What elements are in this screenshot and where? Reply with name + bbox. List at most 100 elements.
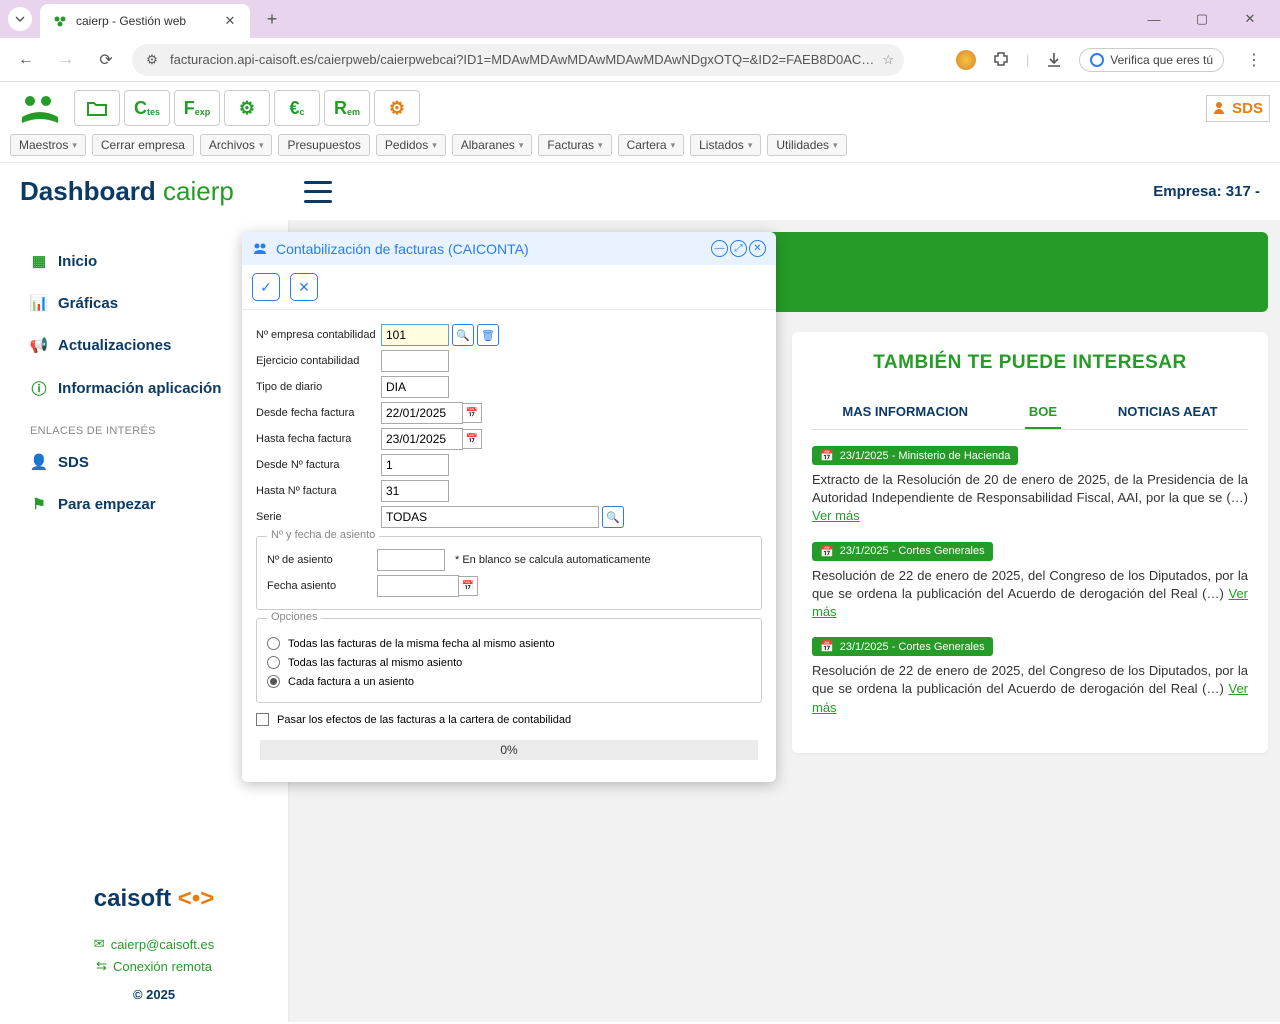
chevron-down-icon: ▾ [519,140,524,151]
dialog-action-bar: ✓ ✕ [242,265,776,310]
bookmark-icon[interactable]: ☆ [882,52,894,68]
tab-noticias-aeat[interactable]: NOTICIAS AEAT [1114,396,1222,429]
toolbar-ctes-button[interactable]: Ctes [124,90,170,126]
dialog-close-button[interactable]: ✕ [749,240,766,257]
tab-close-button[interactable]: ✕ [222,13,238,29]
input-fecha-asiento[interactable] [377,575,459,597]
radio-option-0[interactable]: Todas las facturas de la misma fecha al … [267,637,751,650]
calendar-button-desde[interactable]: 📅 [462,403,482,423]
toolbar-fexp-button[interactable]: Fexp [174,90,220,126]
input-desde-num[interactable] [381,454,449,476]
check-row-cartera[interactable]: Pasar los efectos de las facturas a la c… [256,713,762,726]
extensions-button[interactable] [992,51,1010,69]
menu-facturas[interactable]: Facturas▾ [538,134,611,156]
label-fecha-asiento: Fecha asiento [267,580,377,592]
radio-icon[interactable] [267,637,280,650]
app-toolbar: Ctes Fexp ⚙ €c Rem ⚙ SDS [0,82,1280,128]
dialog-maximize-button[interactable]: ⤢ [730,240,747,257]
identity-chip[interactable]: Verifica que eres tú [1079,48,1224,72]
news-badge: 📅23/1/2025 - Ministerio de Hacienda [812,446,1018,465]
input-tipo[interactable] [381,376,449,398]
input-num-asiento[interactable] [377,549,445,571]
search-serie-button[interactable]: 🔍 [602,506,624,528]
new-tab-button[interactable]: + [258,5,286,33]
sidebar-link-para-empezar[interactable]: ⚑Para empezar [30,483,278,525]
site-settings-icon[interactable]: ⚙ [142,52,162,68]
sidebar-item-gráficas[interactable]: 📊Gráficas [30,282,278,324]
burger-menu-button[interactable] [304,181,332,203]
input-hasta-num[interactable] [381,480,449,502]
sidebar-item-información-aplicación[interactable]: ⓘInformación aplicación [30,366,278,411]
toolbar-open-button[interactable] [74,90,120,126]
search-empresa-button[interactable]: 🔍 [452,324,474,346]
input-empresa[interactable] [381,324,449,346]
menu-cerrar-empresa[interactable]: Cerrar empresa [92,134,194,156]
forward-button[interactable]: → [52,46,80,74]
menu-utilidades[interactable]: Utilidades▾ [767,134,846,156]
radio-icon[interactable] [267,656,280,669]
back-button[interactable]: ← [12,46,40,74]
checkbox-cartera[interactable] [256,713,269,726]
radio-icon[interactable] [267,675,280,688]
minimize-button[interactable]: — [1140,5,1168,33]
label-desde-fecha: Desde fecha factura [256,407,381,419]
label-empresa: Nº empresa contabilidad [256,329,381,341]
label-tipo: Tipo de diario [256,381,381,393]
copyright: © 2025 [30,987,278,1002]
radio-option-1[interactable]: Todas las facturas al mismo asiento [267,656,751,669]
input-hasta-fecha[interactable] [381,428,463,450]
app-logo[interactable] [10,88,70,128]
dialog-minimize-button[interactable]: — [711,240,728,257]
tab-boe[interactable]: BOE [1025,396,1061,429]
chevron-down-icon: ▾ [259,140,264,151]
calendar-icon: 📅 [820,640,834,653]
ver-mas-link[interactable]: Ver más [812,586,1248,619]
menu-pedidos[interactable]: Pedidos▾ [376,134,446,156]
calendar-button-asiento[interactable]: 📅 [458,576,478,596]
dialog-title: Contabilización de facturas (CAICONTA) [276,241,529,257]
toolbar-rem-button[interactable]: Rem [324,90,370,126]
input-desde-fecha[interactable] [381,402,463,424]
browser-menu-button[interactable]: ⋮ [1240,46,1268,74]
tab-title: caierp - Gestión web [76,14,222,28]
menu-cartera[interactable]: Cartera▾ [618,134,685,156]
close-window-button[interactable]: ✕ [1236,5,1264,33]
mail-icon: ✉ [94,936,105,952]
sidebar-item-inicio[interactable]: ▦Inicio [30,240,278,282]
sidebar-link-sds[interactable]: 👤SDS [30,441,278,483]
menu-maestros[interactable]: Maestros▾ [10,134,86,156]
input-serie[interactable] [381,506,599,528]
extension-icon[interactable] [956,50,976,70]
label-ejercicio: Ejercicio contabilidad [256,355,381,367]
cancel-button[interactable]: ✕ [290,273,318,301]
browser-tab[interactable]: caierp - Gestión web ✕ [40,4,250,38]
accept-button[interactable]: ✓ [252,273,280,301]
label-hasta-fecha: Hasta fecha factura [256,433,381,445]
menu-presupuestos[interactable]: Presupuestos [278,134,369,156]
toolbar-config-button[interactable]: ⚙ [374,90,420,126]
toolbar-settings-button[interactable]: ⚙ [224,90,270,126]
input-ejercicio[interactable] [381,350,449,372]
calendar-button-hasta[interactable]: 📅 [462,429,482,449]
menu-archivos[interactable]: Archivos▾ [200,134,273,156]
maximize-button[interactable]: ▢ [1188,5,1216,33]
ver-mas-link[interactable]: Ver más [812,681,1248,714]
gear-icon: ⚙ [239,98,255,119]
tab-search-button[interactable] [8,7,32,31]
footer-email-link[interactable]: ✉caierp@caisoft.es [30,933,278,955]
menu-listados[interactable]: Listados▾ [690,134,761,156]
downloads-button[interactable] [1045,51,1063,69]
label-desde-num: Desde Nº factura [256,459,381,471]
clear-empresa-button[interactable]: 🗑 [477,324,499,346]
footer-remote-link[interactable]: ⇆Conexión remota [30,955,278,977]
url-input[interactable]: ⚙ facturacion.api-caisoft.es/caierpweb/c… [132,44,904,76]
radio-option-2[interactable]: Cada factura a un asiento [267,675,751,688]
ver-mas-link[interactable]: Ver más [812,508,860,523]
sds-button[interactable]: SDS [1206,95,1270,122]
toolbar-euro-button[interactable]: €c [274,90,320,126]
dialog-titlebar[interactable]: Contabilización de facturas (CAICONTA) —… [242,232,776,265]
menu-albaranes[interactable]: Albaranes▾ [452,134,533,156]
tab-mas-informacion[interactable]: MAS INFORMACION [838,396,972,429]
sidebar-item-actualizaciones[interactable]: 📢Actualizaciones [30,324,278,366]
reload-button[interactable]: ⟳ [92,46,120,74]
